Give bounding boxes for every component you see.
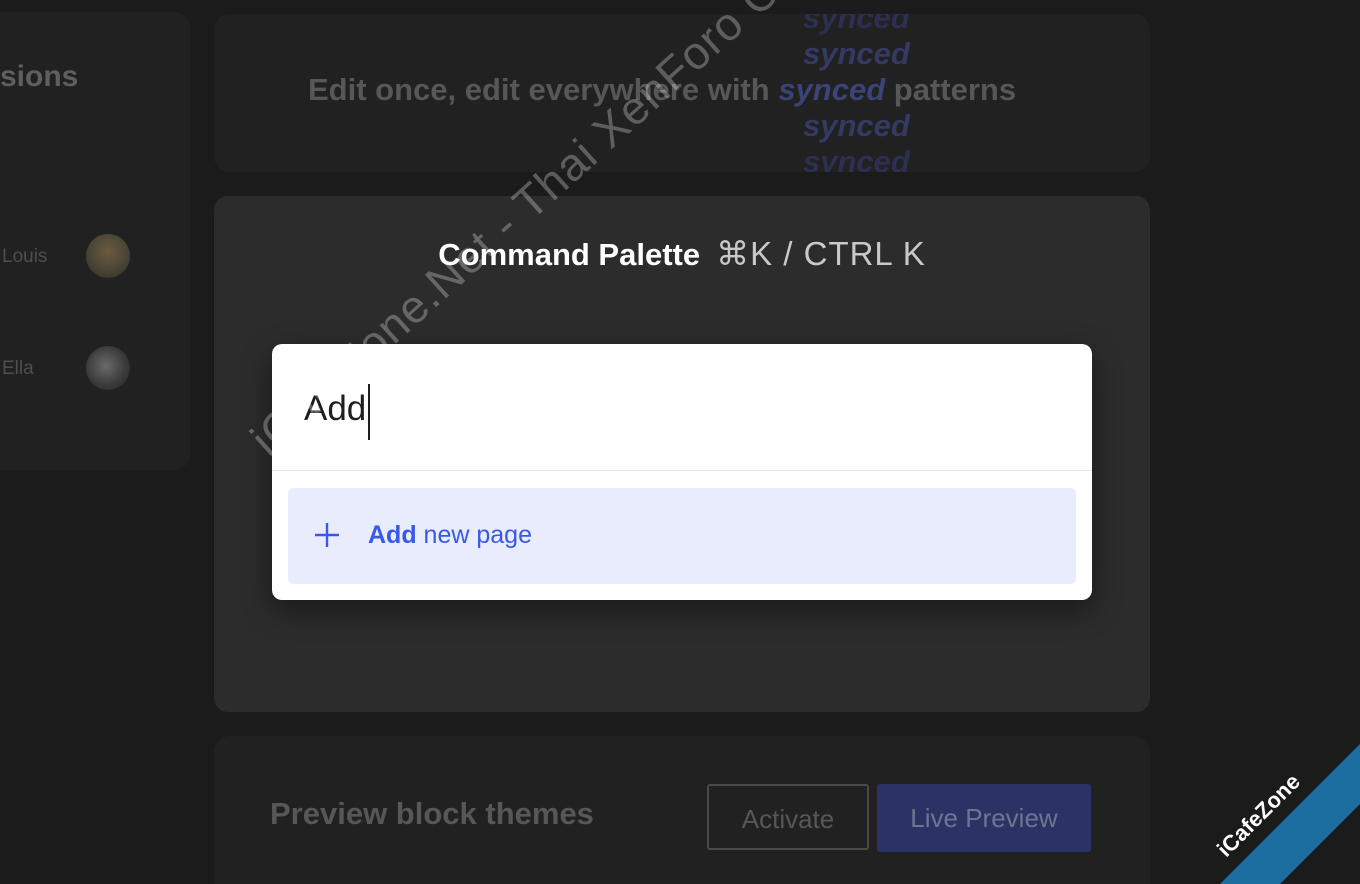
- screen: sions Louis Ella synced synced Edit once…: [0, 0, 1360, 884]
- command-palette-heading: Command Palette ⌘K / CTRL K: [214, 234, 1150, 273]
- result-rest: new page: [416, 521, 532, 549]
- ghost-synced-word: synced: [803, 36, 910, 71]
- command-palette: Add new page: [272, 344, 1092, 600]
- text-caret: [368, 384, 370, 440]
- user-row-louis: Louis: [0, 234, 140, 282]
- activate-button[interactable]: Activate: [707, 784, 869, 850]
- synced-highlight: synced: [778, 72, 886, 107]
- synced-headline: Edit once, edit everywhere with synced p…: [308, 72, 1016, 108]
- user-row-ella: Ella: [0, 346, 140, 394]
- revisions-title: sions: [0, 60, 79, 93]
- ghost-synced-word: synced: [803, 144, 910, 172]
- block-themes-title: Preview block themes: [270, 796, 594, 831]
- result-label: Add new page: [368, 521, 532, 550]
- command-palette-title: Command Palette: [438, 237, 701, 272]
- command-palette-card: Command Palette ⌘K / CTRL K Add new page: [214, 196, 1150, 712]
- synced-text-before: Edit once, edit everywhere with: [308, 72, 779, 107]
- revisions-card: sions Louis Ella: [0, 12, 190, 470]
- synced-patterns-card: synced synced Edit once, edit everywhere…: [214, 14, 1150, 172]
- result-match: Add: [368, 521, 417, 549]
- plus-icon: [315, 523, 339, 547]
- ghost-synced-word: synced: [803, 14, 910, 35]
- synced-text-after: patterns: [885, 72, 1017, 107]
- user-name: Louis: [2, 246, 48, 267]
- avatar: [86, 234, 130, 278]
- keyboard-shortcut: ⌘K / CTRL K: [716, 235, 926, 272]
- user-name: Ella: [2, 358, 34, 379]
- search-field-wrap: [272, 344, 1092, 471]
- block-themes-card: Preview block themes Activate Live Previ…: [214, 736, 1150, 884]
- avatar: [86, 346, 130, 390]
- result-add-new-page[interactable]: Add new page: [288, 488, 1076, 584]
- ghost-synced-word: synced: [803, 108, 910, 143]
- command-search-input[interactable]: [304, 382, 1004, 436]
- live-preview-button[interactable]: Live Preview: [877, 784, 1091, 852]
